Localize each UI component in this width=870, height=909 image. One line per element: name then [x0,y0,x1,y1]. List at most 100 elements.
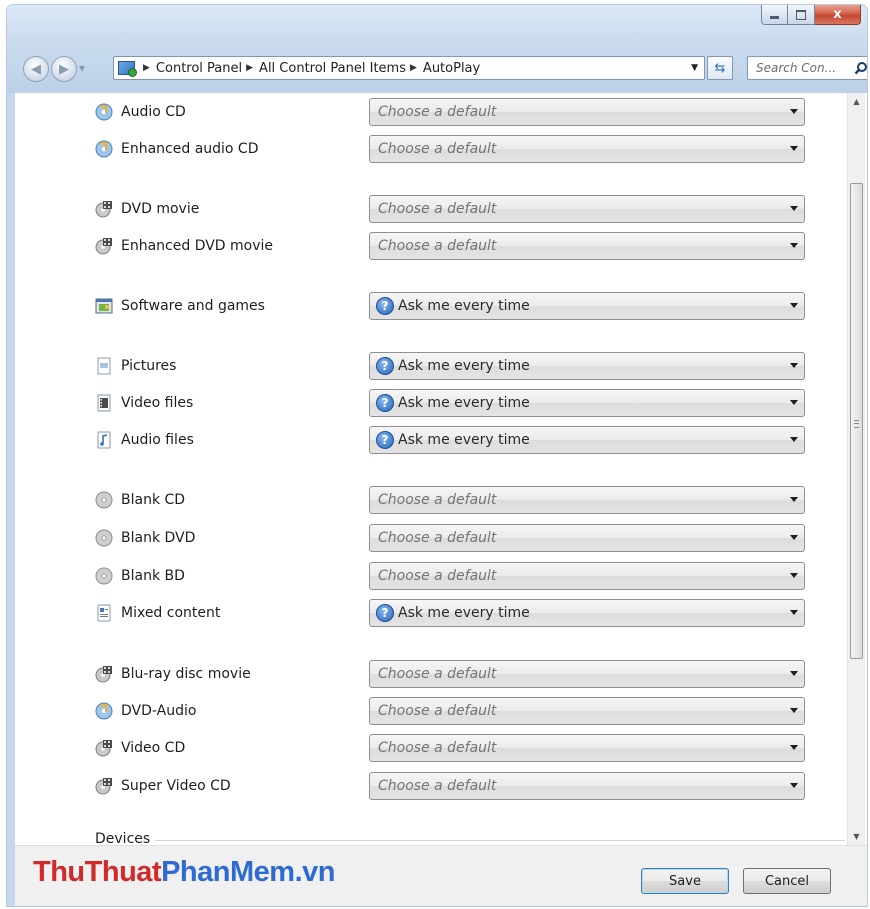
search-icon[interactable] [852,61,867,75]
breadcrumb-separator-icon[interactable]: ▶ [246,63,253,73]
dvd-movie-icon [95,200,113,218]
recent-pages-dropdown[interactable]: ▼ [79,64,89,74]
row-label: Blank DVD [121,530,196,546]
dvd-movie-icon [95,777,113,795]
action-dropdown[interactable]: Choose a default [369,697,805,725]
autoplay-row-video-cd: Video CD Choose a default [15,734,845,762]
dropdown-value: Choose a default [378,104,497,120]
back-button[interactable]: ◀ [23,56,49,82]
autoplay-row-super-video-cd: Super Video CD Choose a default [15,772,845,800]
chevron-down-icon [790,243,798,248]
caption-buttons: x [761,5,861,25]
audio-cd-icon [95,702,113,720]
row-label: Enhanced DVD movie [121,238,274,254]
row-label: Audio CD [121,104,186,120]
dropdown-value: Choose a default [378,201,497,217]
autoplay-row-video-files: Video files ? Ask me every time [15,389,845,417]
scroll-down-icon[interactable]: ▼ [848,828,865,845]
dropdown-value: Choose a default [378,568,497,584]
chevron-down-icon [790,146,798,151]
blank-disc-icon [95,491,113,509]
maximize-button[interactable] [788,5,815,25]
window-border [7,93,15,906]
breadcrumb-separator-icon[interactable]: ▶ [410,63,417,73]
vertical-scrollbar[interactable]: ▲ ▼ [847,93,865,845]
navigation-bar: ◀ ▶ ▼ ▶ Control Panel ▶ All Control Pane… [17,52,867,86]
chevron-down-icon [790,363,798,368]
blank-disc-icon [95,567,113,585]
action-dropdown[interactable]: Choose a default [369,734,805,762]
action-dropdown[interactable]: ? Ask me every time [369,292,805,320]
action-dropdown[interactable]: Choose a default [369,772,805,800]
audio-cd-icon [95,140,113,158]
dvd-movie-icon [95,665,113,683]
action-dropdown[interactable]: ? Ask me every time [369,389,805,417]
autoplay-window: x ◀ ▶ ▼ ▶ Control Panel ▶ All Control Pa… [6,4,868,907]
autoplay-row-blu-ray-disc-movie: Blu-ray disc movie Choose a default [15,660,845,688]
breadcrumb-control-panel[interactable]: Control Panel [156,61,242,76]
action-dropdown[interactable]: ? Ask me every time [369,426,805,454]
action-dropdown[interactable]: Choose a default [369,486,805,514]
action-dropdown[interactable]: Choose a default [369,232,805,260]
cancel-button[interactable]: Cancel [743,868,831,894]
dropdown-value: Choose a default [378,530,497,546]
autoplay-row-audio-cd: Audio CD Choose a default [15,98,845,126]
chevron-down-icon [790,400,798,405]
row-label: Mixed content [121,605,221,621]
row-label: Blank BD [121,568,185,584]
question-icon: ? [376,297,394,315]
forward-button[interactable]: ▶ [51,56,77,82]
minimize-button[interactable] [761,5,788,25]
dialog-footer: ThuThuatPhanMem.vn Save Cancel [15,845,867,906]
chevron-down-icon [790,109,798,114]
close-button[interactable]: x [815,5,861,25]
action-dropdown[interactable]: Choose a default [369,98,805,126]
chevron-down-icon [790,671,798,676]
autoplay-row-enhanced-dvd-movie: Enhanced DVD movie Choose a default [15,232,845,260]
dropdown-value: Ask me every time [398,432,530,448]
dropdown-value: Choose a default [378,666,497,682]
autoplay-settings-list: Audio CD Choose a default Enhanced audio… [15,93,845,845]
search-input[interactable] [754,60,852,76]
video-file-icon [95,394,113,412]
breadcrumb-separator-icon[interactable]: ▶ [143,63,150,73]
action-dropdown[interactable]: Choose a default [369,524,805,552]
action-dropdown[interactable]: ? Ask me every time [369,599,805,627]
action-dropdown[interactable]: ? Ask me every time [369,352,805,380]
scrollbar-thumb[interactable] [850,183,863,659]
autoplay-row-enhanced-audio-cd: Enhanced audio CD Choose a default [15,135,845,163]
blank-disc-icon [95,529,113,547]
address-bar[interactable]: ▶ Control Panel ▶ All Control Panel Item… [113,56,705,80]
close-icon: x [833,7,842,22]
pictures-icon [95,357,113,375]
dropdown-value: Ask me every time [398,298,530,314]
devices-section-header: Devices [95,831,151,845]
autoplay-row-blank-cd: Blank CD Choose a default [15,486,845,514]
autoplay-row-mixed-content: Mixed content ? Ask me every time [15,599,845,627]
software-icon [95,297,113,315]
scroll-up-icon[interactable]: ▲ [848,93,865,110]
row-label: Blank CD [121,492,186,508]
breadcrumb-all-items[interactable]: All Control Panel Items [259,61,406,76]
breadcrumb-autoplay[interactable]: AutoPlay [423,61,480,76]
dropdown-value: Ask me every time [398,605,530,621]
row-label: Blu-ray disc movie [121,666,251,682]
row-label: DVD-Audio [121,703,197,719]
address-dropdown-icon[interactable]: ▼ [691,63,698,73]
action-dropdown[interactable]: Choose a default [369,195,805,223]
dvd-movie-icon [95,739,113,757]
row-label: Enhanced audio CD [121,141,259,157]
forward-arrow-icon: ▶ [59,61,69,77]
search-box[interactable] [747,56,867,80]
action-dropdown[interactable]: Choose a default [369,562,805,590]
dropdown-value: Ask me every time [398,358,530,374]
dropdown-value: Choose a default [378,740,497,756]
save-button[interactable]: Save [641,868,729,894]
row-label: Video files [121,395,194,411]
watermark-part: Thu [33,856,85,888]
refresh-button[interactable]: ⇆ [707,56,733,80]
action-dropdown[interactable]: Choose a default [369,660,805,688]
dropdown-value: Choose a default [378,778,497,794]
action-dropdown[interactable]: Choose a default [369,135,805,163]
watermark-part: PhanMem.vn [161,856,335,888]
